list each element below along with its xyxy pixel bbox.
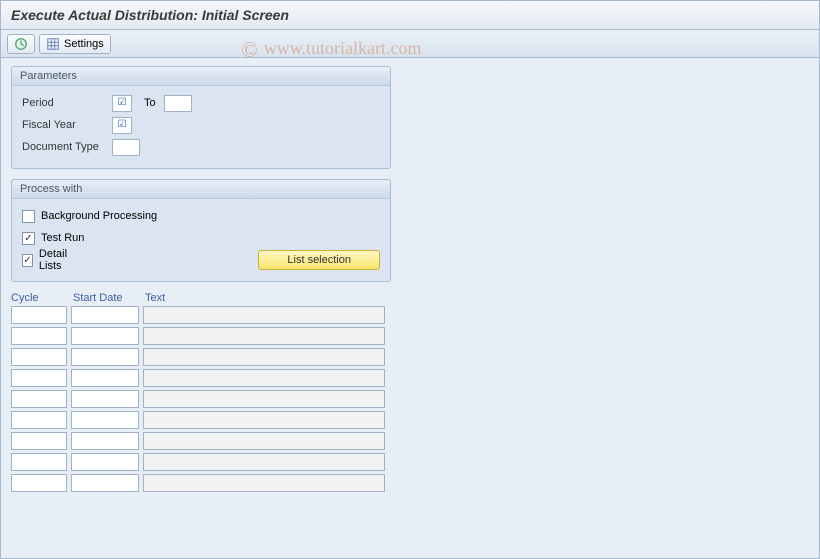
detail-lists-checkbox[interactable] <box>22 254 33 267</box>
table-row <box>11 369 809 387</box>
to-label: To <box>144 97 156 109</box>
text-display <box>143 411 385 429</box>
settings-label: Settings <box>64 38 104 50</box>
cycle-input[interactable] <box>11 474 67 492</box>
text-display <box>143 432 385 450</box>
process-with-group: Process with Background Processing Test … <box>11 179 391 282</box>
clock-execute-icon <box>14 37 28 51</box>
col-startdate-header: Start Date <box>73 292 145 304</box>
startdate-input[interactable] <box>71 453 139 471</box>
col-text-header: Text <box>145 292 395 304</box>
table-row <box>11 411 809 429</box>
grid-body <box>11 306 809 492</box>
startdate-input[interactable] <box>71 411 139 429</box>
text-display <box>143 369 385 387</box>
startdate-input[interactable] <box>71 474 139 492</box>
table-row <box>11 432 809 450</box>
execute-button[interactable] <box>7 34 35 54</box>
table-row <box>11 390 809 408</box>
startdate-input[interactable] <box>71 369 139 387</box>
text-display <box>143 348 385 366</box>
cycle-input[interactable] <box>11 369 67 387</box>
fiscal-year-field[interactable]: ☑ <box>112 117 132 134</box>
table-row <box>11 348 809 366</box>
startdate-input[interactable] <box>71 327 139 345</box>
col-cycle-header: Cycle <box>11 292 73 304</box>
parameters-group: Parameters Period ☑ To Fiscal Year ☑ Doc… <box>11 66 391 169</box>
background-processing-checkbox[interactable] <box>22 210 35 223</box>
startdate-input[interactable] <box>71 306 139 324</box>
text-display <box>143 474 385 492</box>
cycle-input[interactable] <box>11 432 67 450</box>
doctype-label: Document Type <box>22 141 112 153</box>
cycle-input[interactable] <box>11 411 67 429</box>
cycle-input[interactable] <box>11 348 67 366</box>
toolbar: Settings <box>1 30 819 58</box>
startdate-input[interactable] <box>71 390 139 408</box>
startdate-input[interactable] <box>71 348 139 366</box>
table-row <box>11 474 809 492</box>
period-to-field[interactable] <box>164 95 192 112</box>
cycle-input[interactable] <box>11 327 67 345</box>
main-content: Parameters Period ☑ To Fiscal Year ☑ Doc… <box>1 58 819 503</box>
fiscal-year-label: Fiscal Year <box>22 119 112 131</box>
cycle-input[interactable] <box>11 306 67 324</box>
cycle-input[interactable] <box>11 390 67 408</box>
settings-button[interactable]: Settings <box>39 34 111 54</box>
list-selection-button[interactable]: List selection <box>258 250 380 270</box>
text-display <box>143 390 385 408</box>
table-row <box>11 327 809 345</box>
grid-icon <box>46 37 60 51</box>
text-display <box>143 306 385 324</box>
text-display <box>143 453 385 471</box>
parameters-title: Parameters <box>12 67 390 86</box>
table-row <box>11 306 809 324</box>
startdate-input[interactable] <box>71 432 139 450</box>
period-label: Period <box>22 97 112 109</box>
page-title: Execute Actual Distribution: Initial Scr… <box>1 1 819 30</box>
period-from-field[interactable]: ☑ <box>112 95 132 112</box>
test-run-label: Test Run <box>41 232 84 244</box>
required-icon: ☑ <box>118 97 127 108</box>
background-processing-label: Background Processing <box>41 210 157 222</box>
table-row <box>11 453 809 471</box>
text-display <box>143 327 385 345</box>
required-icon: ☑ <box>118 119 127 130</box>
cycle-input[interactable] <box>11 453 67 471</box>
process-title: Process with <box>12 180 390 199</box>
test-run-checkbox[interactable] <box>22 232 35 245</box>
detail-lists-label: Detail Lists <box>39 248 82 272</box>
doctype-field[interactable] <box>112 139 140 156</box>
grid-header: Cycle Start Date Text <box>11 292 809 304</box>
